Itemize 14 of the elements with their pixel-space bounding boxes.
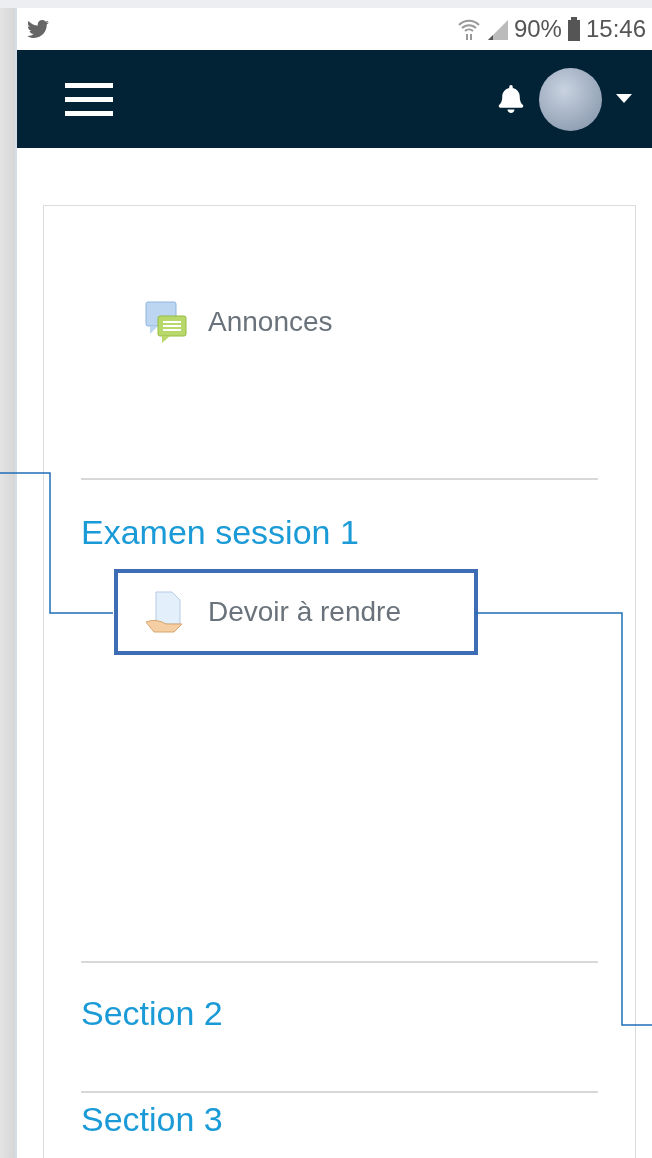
wifi-icon (457, 17, 480, 41)
caret-icon[interactable] (616, 94, 632, 104)
battery-icon (567, 17, 580, 41)
section-title[interactable]: Section 3 (81, 1099, 598, 1139)
notification-bell-icon[interactable] (497, 85, 525, 113)
chat-bubbles-icon (144, 300, 188, 344)
highlighted-activity[interactable]: Devoir à rendre (114, 569, 478, 655)
activity-link[interactable]: Annonces (114, 279, 373, 365)
bird-icon (27, 18, 49, 40)
battery-percent: 90% (513, 15, 562, 43)
clock-time: 15:46 (585, 15, 646, 43)
menu-icon[interactable] (65, 81, 113, 117)
section-title[interactable]: Examen session 1 (81, 512, 598, 552)
section-title[interactable]: Section 2 (81, 993, 598, 1033)
